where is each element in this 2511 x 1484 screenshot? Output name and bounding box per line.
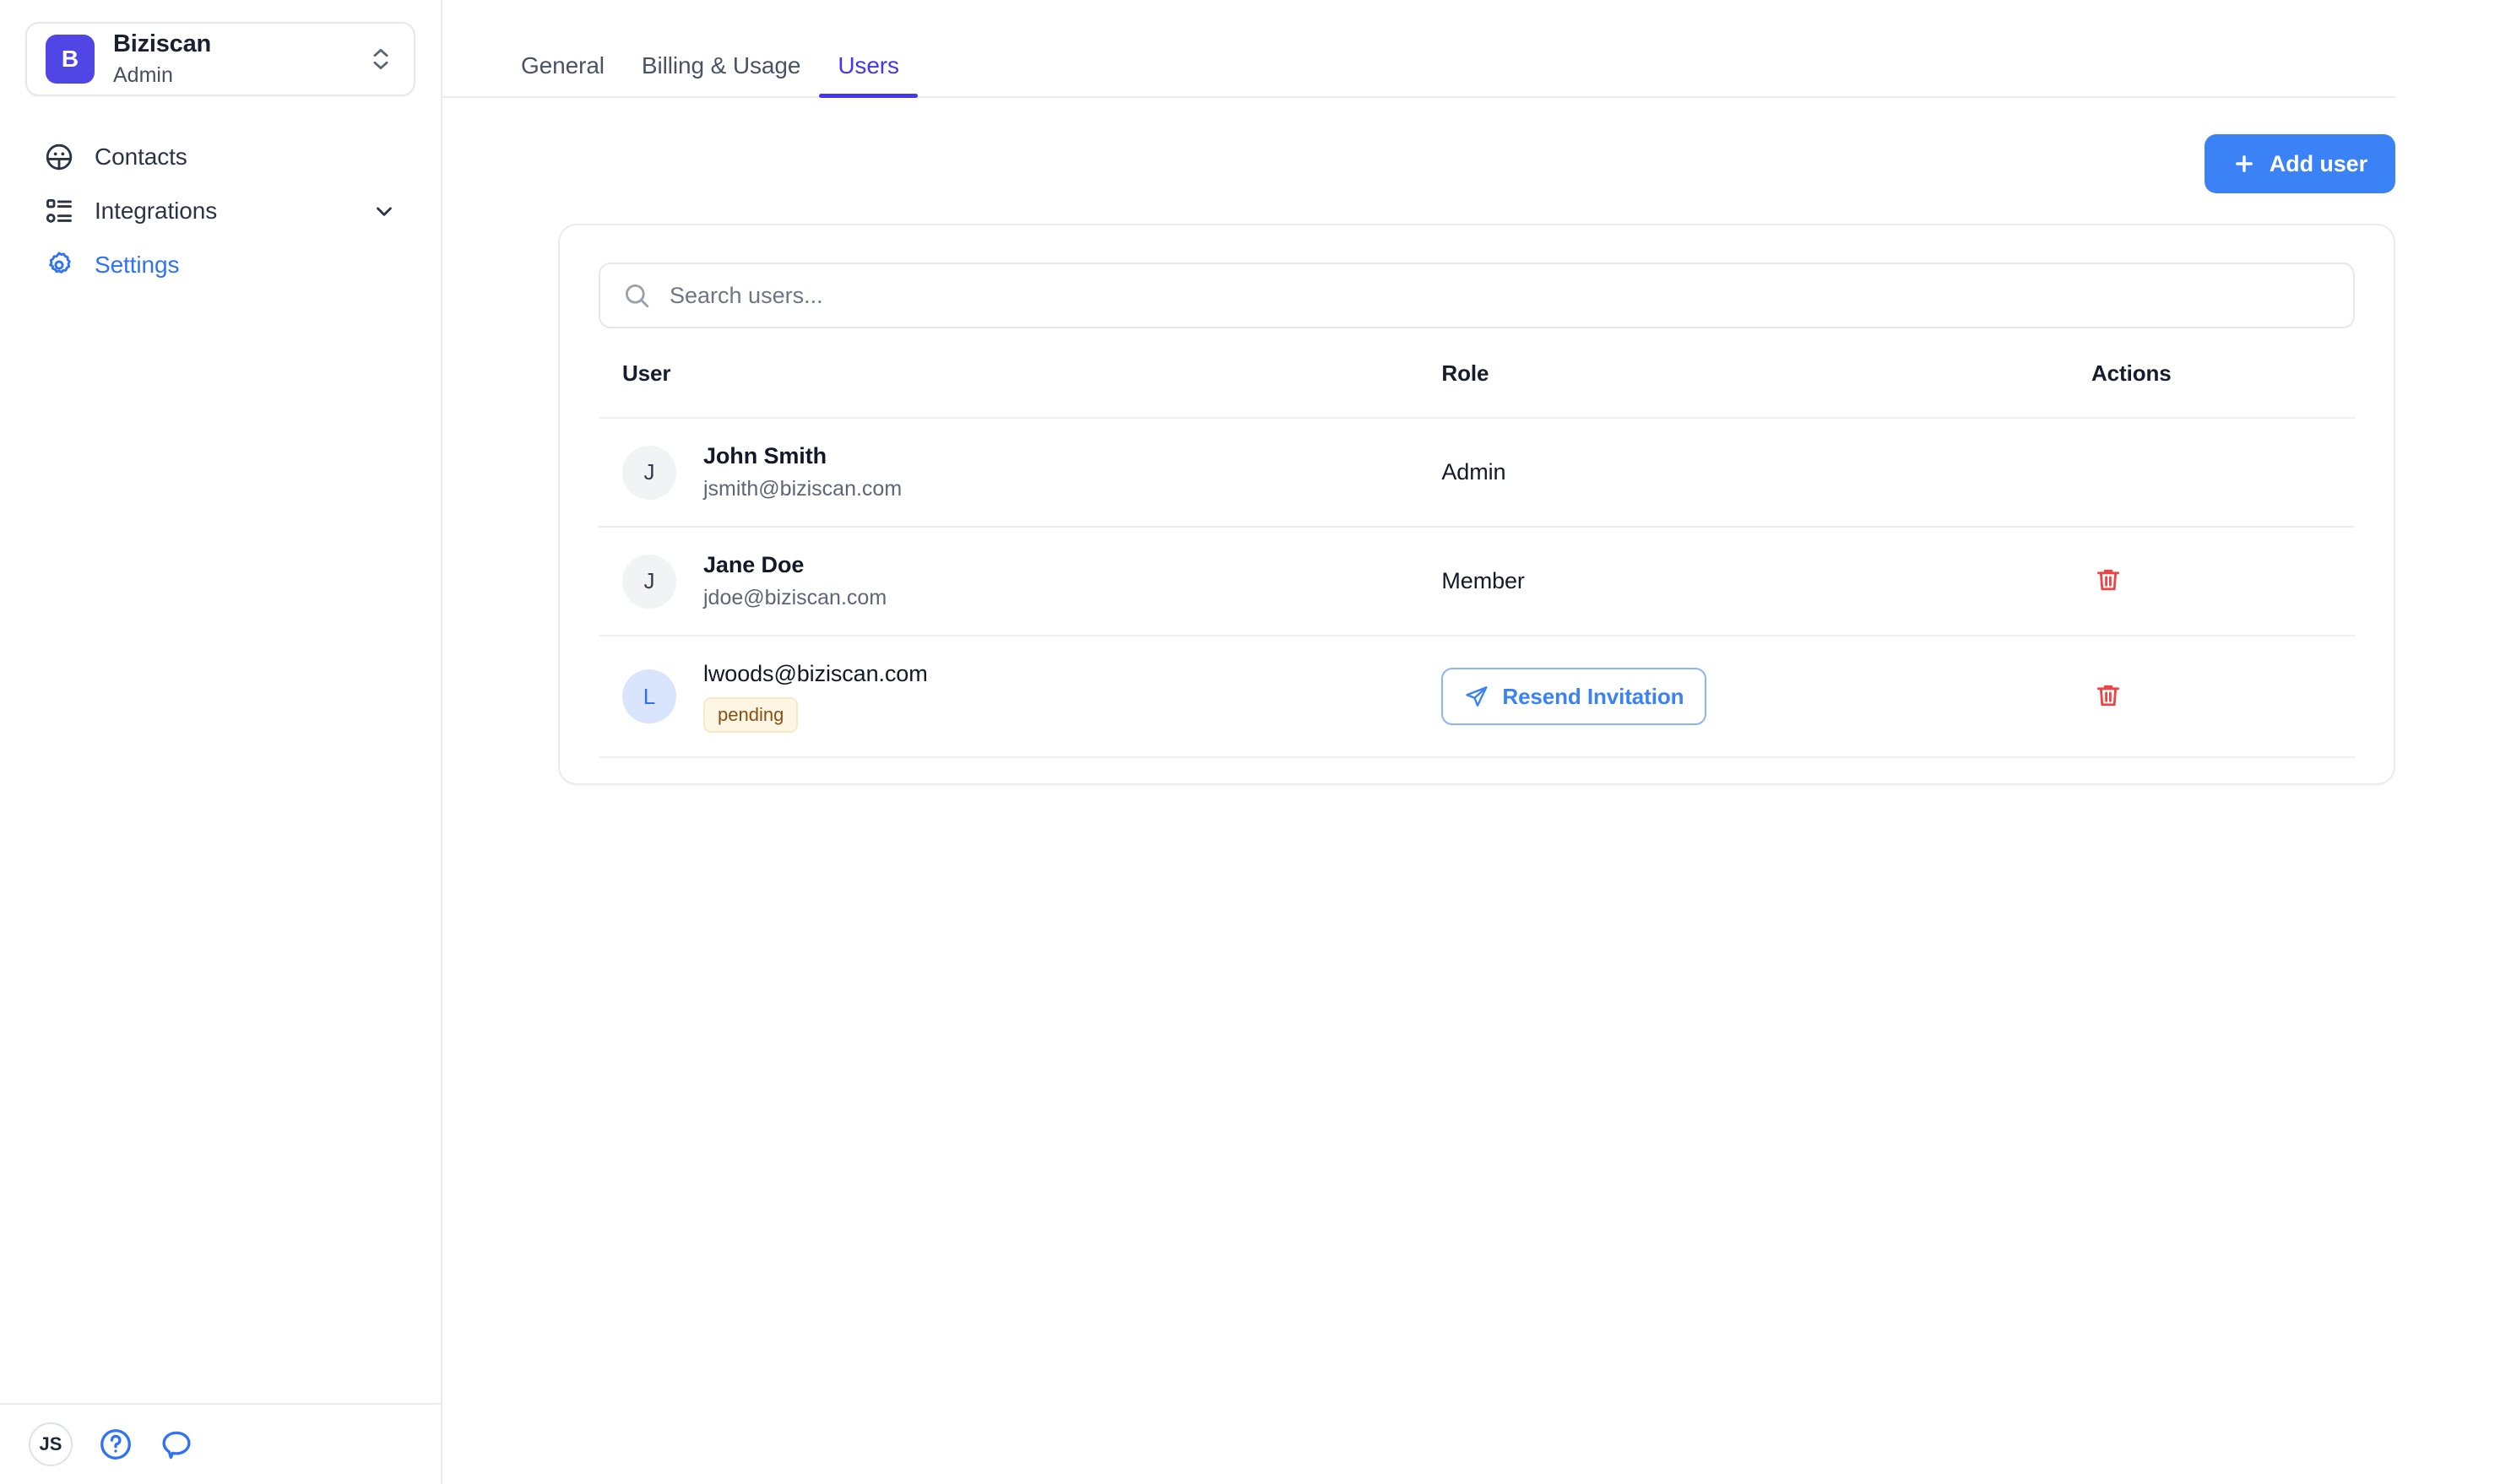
- users-table-body: J John Smith jsmith@biziscan.com Admin J…: [599, 417, 2355, 759]
- user-email: jdoe@biziscan.com: [703, 585, 887, 609]
- workspace-name: Biziscan: [113, 30, 212, 58]
- question-circle-icon[interactable]: [98, 1427, 133, 1462]
- sidebar-item-label: Contacts: [95, 144, 187, 170]
- table-row: L lwoods@biziscan.com pending Resend Inv…: [599, 634, 2355, 759]
- workspace-switcher[interactable]: B Biziscan Admin: [25, 22, 415, 96]
- user-meta: lwoods@biziscan.com pending: [703, 660, 928, 734]
- avatar[interactable]: JS: [29, 1422, 73, 1466]
- role-cell: Member: [1441, 526, 2091, 636]
- user-name: John Smith: [703, 443, 827, 468]
- column-header-actions: Actions: [2091, 360, 2172, 386]
- table-row: J Jane Doe jdoe@biziscan.com Member: [599, 526, 2355, 636]
- user-meta: John Smith jsmith@biziscan.com: [703, 442, 902, 502]
- chevron-down-icon[interactable]: [371, 198, 397, 224]
- actions-cell: [2091, 526, 2355, 636]
- user-role: Member: [1441, 568, 1525, 593]
- user-cell: J John Smith jsmith@biziscan.com: [599, 417, 1442, 527]
- resend-invitation-button[interactable]: Resend Invitation: [1441, 668, 1707, 726]
- user-meta: Jane Doe jdoe@biziscan.com: [703, 551, 887, 611]
- avatar-initials-text: JS: [39, 1433, 62, 1454]
- user-role: Admin: [1441, 459, 1506, 485]
- plus-icon: [2232, 152, 2256, 176]
- sidebar-item-label: Integrations: [95, 198, 218, 224]
- trash-icon: [2094, 681, 2123, 712]
- user-avatar-initial: L: [643, 683, 656, 709]
- sidebar-item-settings[interactable]: Settings: [25, 238, 415, 292]
- user-avatar: J: [622, 554, 676, 609]
- table-header-row: User Role Actions: [599, 360, 2355, 418]
- sidebar-footer: JS: [0, 1403, 441, 1484]
- role-cell: Admin: [1441, 417, 2091, 527]
- resend-invitation-label: Resend Invitation: [1502, 683, 1684, 709]
- sidebar-nav: Contacts Integrations Settings: [0, 130, 441, 292]
- user-avatar-initial: J: [643, 459, 655, 485]
- users-card: User Role Actions J: [558, 224, 2395, 786]
- user-avatar: L: [622, 669, 676, 724]
- tab-billing-usage[interactable]: Billing & Usage: [623, 54, 819, 98]
- actions-cell: [2091, 634, 2355, 759]
- trash-icon: [2094, 566, 2123, 597]
- role-cell: Resend Invitation: [1441, 634, 2091, 759]
- gear-icon: [44, 250, 74, 280]
- column-header-role: Role: [1441, 360, 1489, 386]
- workspace-role: Admin: [113, 62, 173, 87]
- user-avatar: J: [622, 445, 676, 500]
- delete-user-button[interactable]: [2091, 565, 2125, 598]
- user-name: Jane Doe: [703, 552, 805, 577]
- user-avatar-initial: J: [643, 568, 655, 593]
- users-table: User Role Actions J John Smith jsmith@bi…: [599, 360, 2355, 759]
- user-email: jsmith@biziscan.com: [703, 476, 903, 501]
- user-email: lwoods@biziscan.com: [703, 661, 928, 686]
- search-icon: [622, 281, 651, 310]
- chat-bubble-icon[interactable]: [159, 1427, 194, 1462]
- search-users-field[interactable]: [599, 263, 2355, 328]
- workspace-text: Biziscan Admin: [113, 30, 366, 87]
- sidebar-item-contacts[interactable]: Contacts: [25, 130, 415, 184]
- contacts-icon: [44, 142, 74, 172]
- users-toolbar: Add user: [442, 98, 2511, 193]
- sidebar-item-integrations[interactable]: Integrations: [25, 184, 415, 238]
- status-badge: pending: [703, 696, 799, 734]
- sidebar-item-label: Settings: [95, 252, 180, 278]
- delete-user-button[interactable]: [2091, 680, 2125, 713]
- tab-users[interactable]: Users: [819, 54, 918, 98]
- tab-general[interactable]: General: [521, 54, 623, 98]
- integrations-icon: [44, 196, 74, 226]
- column-header-user: User: [622, 360, 671, 386]
- search-input[interactable]: [670, 282, 2331, 309]
- table-row: J John Smith jsmith@biziscan.com Admin: [599, 417, 2355, 527]
- main-content: General Billing & Usage Users Add user S…: [442, 0, 2511, 1484]
- user-cell: L lwoods@biziscan.com pending: [599, 634, 1442, 759]
- users-table-head: User Role Actions: [599, 360, 2355, 418]
- chevron-up-down-icon[interactable]: [366, 40, 395, 79]
- user-cell: J Jane Doe jdoe@biziscan.com: [599, 526, 1442, 636]
- add-user-label: Add user: [2269, 150, 2367, 176]
- app-root: B Biziscan Admin Contacts Integrations S…: [0, 0, 2511, 1484]
- send-icon: [1464, 684, 1489, 709]
- workspace-logo: B: [46, 35, 95, 84]
- actions-cell: [2091, 417, 2355, 527]
- add-user-button[interactable]: Add user: [2204, 134, 2395, 193]
- settings-tabs: General Billing & Usage Users: [442, 0, 2395, 98]
- workspace-logo-initial: B: [61, 46, 79, 72]
- sidebar: B Biziscan Admin Contacts Integrations S…: [0, 0, 442, 1484]
